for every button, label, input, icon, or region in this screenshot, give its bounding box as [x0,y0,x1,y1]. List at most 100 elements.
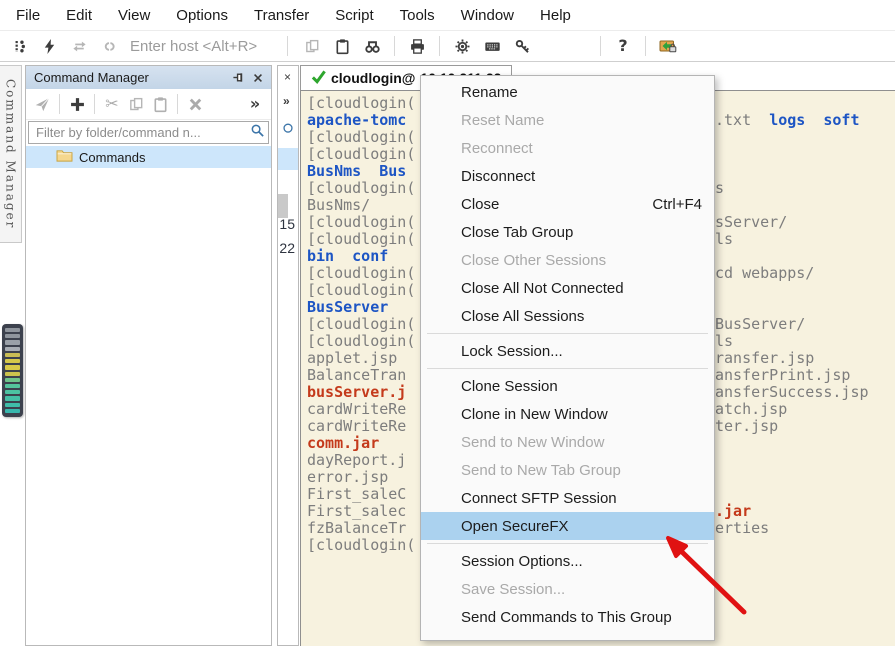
terminal-line-left: BusServer [307,298,389,316]
toolbar-keyboard-icon[interactable] [479,34,505,58]
cm-toolbar-separator [59,94,60,114]
filter-input[interactable] [34,124,250,141]
terminal-line-left: comm.jar [307,434,380,452]
cm-copy-icon[interactable] [124,92,148,116]
terminal-line-left: fzBalanceTr [307,519,407,537]
terminal-line-right: sServer/ [715,213,788,231]
menu-item-label: Send to New Window [461,433,605,451]
terminal-line-left: cardWriteRe [307,400,407,418]
terminal-line-right: BusServer/ [715,315,806,333]
terminal-line-left: [cloudlogin( [307,145,416,163]
toolbar-separator [394,36,395,56]
terminal-line-left: [cloudlogin( [307,94,416,112]
terminal-line-right: ansferPrint.jsp [715,366,851,384]
menu-item-send-commands-to-this-group[interactable]: Send Commands to This Group [421,603,714,631]
cm-toolbar-separator [177,94,178,114]
menubar-item-tools[interactable]: Tools [387,7,448,24]
cm-overflow-icon[interactable]: » [243,92,267,116]
menu-separator [427,333,708,334]
menu-item-lock-session[interactable]: Lock Session... [421,337,714,365]
sidebar-tab-command-manager[interactable]: Command Manager [0,65,22,243]
menu-item-open-securefx[interactable]: Open SecureFX [421,512,714,540]
terminal-line-right: .jar [715,502,752,520]
hidden-panel-number: 22 [279,240,295,256]
pin-icon[interactable] [229,69,247,87]
tree-item-commands[interactable]: Commands [26,146,271,168]
menu-item-rename[interactable]: Rename [421,78,714,106]
command-manager-title: Command Manager [34,70,149,85]
menu-item-label: Clone in New Window [461,405,608,423]
cm-delete-icon[interactable] [183,92,207,116]
activity-meter [2,324,23,417]
cm-cut-icon[interactable]: ✂ [100,92,124,116]
menubar-item-view[interactable]: View [105,7,163,24]
menu-item-send-to-new-window[interactable]: Send to New Window [421,428,714,456]
toolbar-separator [645,36,646,56]
menu-item-close[interactable]: Close Ctrl+F4 [421,190,714,218]
menubar-item-help[interactable]: Help [527,7,584,24]
toolbar-find-icon[interactable] [359,34,385,58]
menu-item-label: Close [461,195,500,213]
terminal-line-left: [cloudlogin( [307,213,416,231]
toolbar-settings-icon[interactable] [449,34,475,58]
toolbar-reconnect-icon[interactable] [66,34,92,58]
toolbar-connect-group [0,34,128,58]
close-icon[interactable]: × [284,70,291,84]
menu-item-label: Save Session... [461,580,566,598]
toolbar-separator [287,36,288,56]
menubar-item-window[interactable]: Window [448,7,527,24]
close-icon[interactable] [249,69,267,87]
menu-item-reconnect[interactable]: Reconnect [421,134,714,162]
terminal-line-right: atch.jsp [715,400,788,418]
cm-paste-gray-icon[interactable] [148,92,172,116]
terminal-line-left: [cloudlogin( [307,332,416,350]
search-icon [250,123,265,143]
terminal-line-left: BusNms Bus [307,162,407,180]
menubar-item-options[interactable]: Options [163,7,241,24]
toolbar-paste-icon[interactable] [329,34,355,58]
menubar-item-edit[interactable]: Edit [53,7,105,24]
host-input[interactable] [128,36,282,56]
menu-item-label: Open SecureFX [461,517,569,535]
connected-check-icon [311,69,326,87]
menu-item-clone-in-new-window[interactable]: Clone in New Window [421,400,714,428]
menubar-item-file[interactable]: File [3,7,53,24]
toolbar-print-icon[interactable] [404,34,430,58]
menu-item-send-to-new-tab-group[interactable]: Send to New Tab Group [421,456,714,484]
terminal-line-right: ransfer.jsp [715,349,815,367]
menu-item-reset-name[interactable]: Reset Name [421,106,714,134]
cm-send-commands-icon[interactable] [30,92,54,116]
toolbar: ? [0,30,895,62]
terminal-line-left: error.jsp [307,468,389,486]
tree-item-label: Commands [79,149,146,165]
menu-item-save-session[interactable]: Save Session... [421,575,714,603]
menubar-item-transfer[interactable]: Transfer [241,7,322,24]
menu-item-disconnect[interactable]: Disconnect [421,162,714,190]
menu-item-shortcut: Ctrl+F4 [652,195,702,213]
menu-item-session-options[interactable]: Session Options... [421,547,714,575]
menu-item-label: Close All Not Connected [461,279,624,297]
menubar-item-script[interactable]: Script [322,7,386,24]
menu-item-close-all-not-connected[interactable]: Close All Not Connected [421,274,714,302]
terminal-line-right: s [715,179,725,197]
toolbar-securefx-icon[interactable] [655,34,681,58]
command-manager-toolbar: ✂» [26,89,271,120]
cm-add-icon[interactable] [65,92,89,116]
toolbar-key-icon[interactable] [509,34,535,58]
menu-item-label: Reset Name [461,111,545,129]
menu-item-close-other-sessions[interactable]: Close Other Sessions [421,246,714,274]
toolbar-quick-connect-icon[interactable] [36,34,62,58]
toolbar-copy-icon[interactable] [299,34,325,58]
hidden-panel-numbers: 15 22 [279,212,295,260]
menu-item-label: Close All Sessions [461,307,585,325]
menu-item-clone-session[interactable]: Clone Session [421,372,714,400]
menu-item-close-tab-group[interactable]: Close Tab Group [421,218,714,246]
menu-item-connect-sftp-session[interactable]: Connect SFTP Session [421,484,714,512]
chevrons-icon[interactable]: » [283,94,290,108]
toolbar-disconnect-icon[interactable] [96,34,122,58]
menu-item-close-all-sessions[interactable]: Close All Sessions [421,302,714,330]
terminal-line-right: ter.jsp [715,417,779,435]
toolbar-session-manager-icon[interactable] [6,34,32,58]
context-menu: Rename Reset Name Reconnect Disconnect Close… [420,75,715,641]
toolbar-help-icon[interactable]: ? [610,34,636,58]
